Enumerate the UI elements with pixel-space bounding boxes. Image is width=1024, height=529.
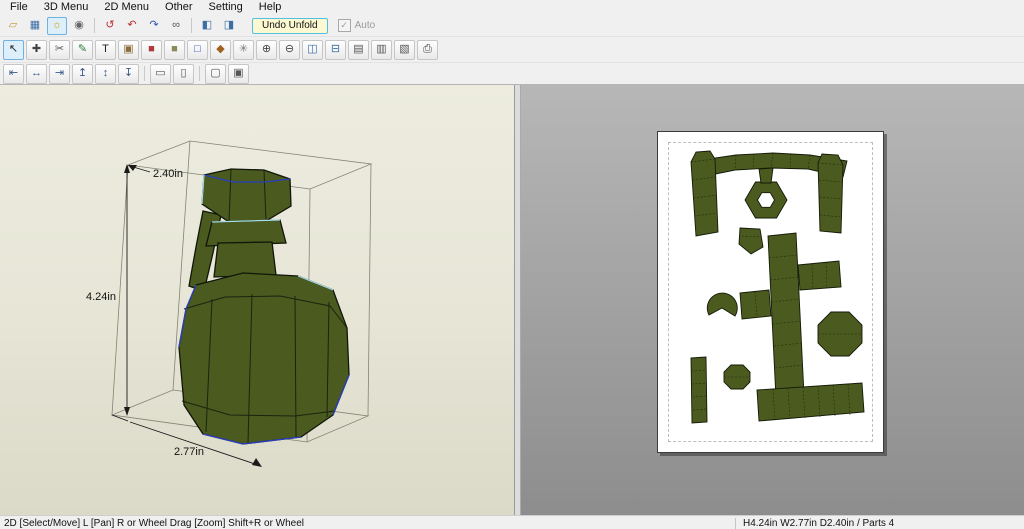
select-parts-icon[interactable]: ▣ <box>228 63 249 84</box>
unfolded-part-right-strip[interactable] <box>817 153 844 234</box>
align-left-icon[interactable]: ⇤ <box>3 63 24 84</box>
unfolded-part-left-arm[interactable] <box>739 289 772 320</box>
menu-item-3d-menu[interactable]: 3D Menu <box>36 0 97 15</box>
dim-height-label: 4.24in <box>86 291 116 303</box>
toolbar-align-icons: ⇤ ↔ ⇥ ↥ ↕ ↧ ▭ ▯ ▢ ▣ <box>2 63 250 84</box>
export-icon[interactable]: ▧ <box>394 39 415 60</box>
viewport-2d[interactable] <box>521 85 1024 516</box>
dim-depth-label: 2.77in <box>174 446 204 458</box>
menu-item-other[interactable]: Other <box>157 0 201 15</box>
toolbar-separator <box>191 18 192 33</box>
rotate-cw-icon[interactable]: ↷ <box>144 17 164 35</box>
page-setup-icon[interactable]: ▯ <box>173 63 194 84</box>
material-icon[interactable]: ◆ <box>210 39 231 60</box>
unfolded-part-bottom-strip[interactable] <box>756 382 865 422</box>
texture-window-icon[interactable]: ▥ <box>371 39 392 60</box>
unfolded-part-left-strip[interactable] <box>690 150 719 237</box>
grenade-body[interactable] <box>178 272 350 445</box>
toolbar-tools: ↖ ✚ ✂ ✎ T ▣ ■ ■ □ ◆ ✳ ⊕ ⊖ ◫ ⊟ ▤ ▥ ▧ ⎙ <box>0 37 1024 63</box>
grenade-3d-model[interactable] <box>178 168 350 445</box>
divide-edge-icon[interactable]: ✂ <box>49 39 70 60</box>
toolbar-separator <box>199 66 200 81</box>
grenade-neck[interactable] <box>213 241 277 278</box>
menu-item-2d-menu[interactable]: 2D Menu <box>96 0 157 15</box>
toolbar-main: ▱ ▦ ☼ ◉ ↺ ↶ ↷ ∞ ◧ ◨ Undo Unfold ✓ Auto <box>0 15 1024 37</box>
image-tool-icon[interactable]: ▣ <box>118 39 139 60</box>
menu-item-file[interactable]: File <box>2 0 36 15</box>
light-toggle-icon[interactable]: ☼ <box>47 16 67 35</box>
joint-edit-icon[interactable]: ∞ <box>166 17 186 35</box>
status-bar: 2D [Select/Move] L [Pan] R or Wheel Drag… <box>0 515 1024 529</box>
repair-icon[interactable]: ✳ <box>233 39 254 60</box>
unfolded-part-octagon-small[interactable] <box>723 364 751 390</box>
toolbar-tools-icons: ↖ ✚ ✂ ✎ T ▣ ■ ■ □ ◆ ✳ ⊕ ⊖ ◫ ⊟ ▤ ▥ ▧ ⎙ <box>2 39 439 60</box>
unfolded-part-right-arm[interactable] <box>797 260 842 291</box>
toolbar-separator <box>144 66 145 81</box>
split-window-icon[interactable]: ◫ <box>302 39 323 60</box>
auto-checkbox[interactable]: ✓ <box>337 19 351 32</box>
open-file-icon[interactable]: ▱ <box>3 17 23 35</box>
arrange-parts-icon[interactable]: ▭ <box>150 63 171 84</box>
edge-color-icon[interactable]: ✎ <box>72 39 93 60</box>
save-file-icon[interactable]: ▦ <box>25 17 45 35</box>
auto-checkbox-wrap: ✓ Auto <box>337 19 376 32</box>
3d-canvas[interactable]: 2.40in 4.24in 2.77in <box>0 85 514 516</box>
toolbar-separator <box>94 18 95 33</box>
texture-view-icon[interactable]: ■ <box>164 39 185 60</box>
unfolded-part-pentagon[interactable] <box>738 227 764 255</box>
check-2d3d-icon[interactable]: ⊕ <box>256 39 277 60</box>
align-center-h-icon[interactable]: ↔ <box>26 63 47 84</box>
align-top-icon[interactable]: ↥ <box>72 63 93 84</box>
select-rect-icon[interactable]: ▢ <box>205 63 226 84</box>
pattern-page[interactable] <box>657 131 884 453</box>
layout-2d-pane-icon[interactable]: ◨ <box>219 17 239 35</box>
reset-view-icon[interactable]: ↺ <box>100 17 120 35</box>
select-move-icon[interactable]: ↖ <box>3 39 24 60</box>
align-bottom-icon[interactable]: ↧ <box>118 63 139 84</box>
unfolded-part-hex-ring[interactable] <box>744 167 788 219</box>
unfolded-part-knob[interactable] <box>706 292 738 317</box>
menu-item-help[interactable]: Help <box>251 0 290 15</box>
solid-view-icon[interactable]: ■ <box>141 39 162 60</box>
auto-checkbox-label: Auto <box>354 20 376 31</box>
move-page-icon[interactable]: ✚ <box>26 39 47 60</box>
main-split-view: 2.40in 4.24in 2.77in <box>0 84 1024 516</box>
measure-icon[interactable]: ⊖ <box>279 39 300 60</box>
toolbar-align: ⇤ ↔ ⇥ ↥ ↕ ↧ ▭ ▯ ▢ ▣ <box>0 63 1024 84</box>
undo-unfold-button[interactable]: Undo Unfold <box>252 17 328 34</box>
merge-window-icon[interactable]: ⊟ <box>325 39 346 60</box>
dim-width-label: 2.40in <box>153 168 183 180</box>
align-middle-icon[interactable]: ↕ <box>95 63 116 84</box>
viewport-3d[interactable]: 2.40in 4.24in 2.77in <box>0 85 515 516</box>
layout-3d-pane-icon[interactable]: ◧ <box>197 17 217 35</box>
print-icon[interactable]: ⎙ <box>417 39 438 60</box>
unfolded-part-octagon-large[interactable] <box>817 311 863 357</box>
sheet-list-icon[interactable]: ▤ <box>348 39 369 60</box>
wireframe-view-icon[interactable]: □ <box>187 39 208 60</box>
snapshot-icon[interactable]: ◉ <box>69 17 89 35</box>
status-hint-text: 2D [Select/Move] L [Pan] R or Wheel Drag… <box>4 517 305 529</box>
2d-canvas[interactable] <box>658 132 883 452</box>
rotate-ccw-icon[interactable]: ↶ <box>122 17 142 35</box>
text-tool-icon[interactable]: T <box>95 39 116 60</box>
align-right-icon[interactable]: ⇥ <box>49 63 70 84</box>
toolbar-main-icons: ▱ ▦ ☼ ◉ ↺ ↶ ↷ ∞ ◧ ◨ <box>2 16 240 35</box>
status-model-info: H4.24in W2.77in D2.40in / Parts 4 <box>735 517 894 529</box>
menu-item-setting[interactable]: Setting <box>201 0 251 15</box>
unfolded-part-narrow-strip[interactable] <box>690 356 708 424</box>
menu-bar: File 3D Menu 2D Menu Other Setting Help <box>0 0 1024 15</box>
